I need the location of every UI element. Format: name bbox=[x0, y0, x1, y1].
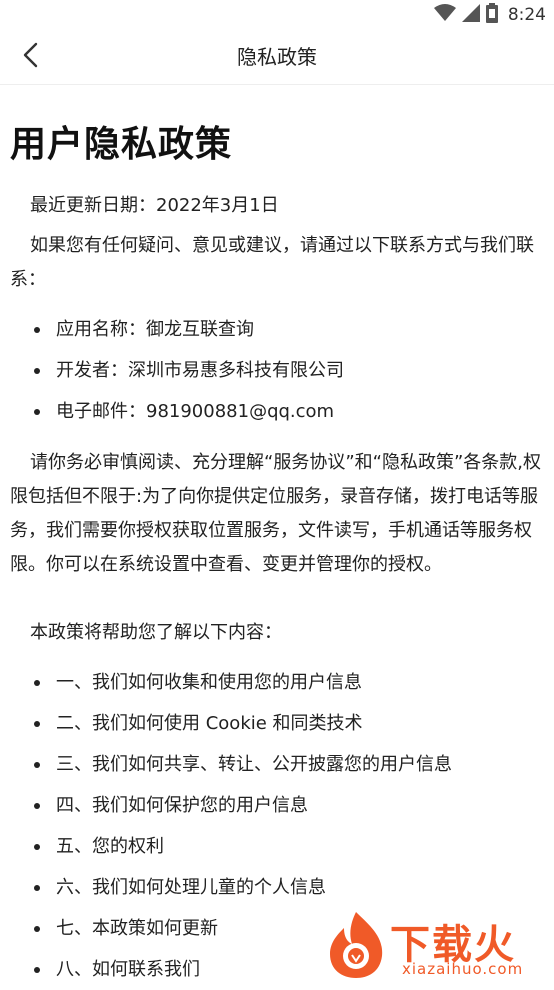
list-item: 三、我们如何共享、转让、公开披露您的用户信息 bbox=[10, 744, 544, 785]
app-bar: 隐私政策 bbox=[0, 30, 554, 85]
list-item: 电子邮件：981900881@qq.com bbox=[10, 391, 544, 432]
page-title: 隐私政策 bbox=[237, 45, 317, 69]
document-body: 用户隐私政策 最近更新日期：2022年3月1日 如果您有任何疑问、意见或建议，请… bbox=[10, 85, 544, 990]
chevron-left-icon bbox=[21, 42, 41, 72]
watermark-url: xiazaihuo.com bbox=[402, 960, 524, 978]
list-item: 开发者：深圳市易惠多科技有限公司 bbox=[10, 350, 544, 391]
list-item: 五、您的权利 bbox=[10, 826, 544, 867]
status-time: 8:24 bbox=[507, 5, 546, 25]
list-item: 应用名称：御龙互联查询 bbox=[10, 309, 544, 350]
status-icons: 8:24 bbox=[433, 3, 546, 27]
watermark: 下载火 xiazaihuo.com bbox=[324, 908, 554, 984]
battery-icon bbox=[485, 3, 498, 27]
document-title: 用户隐私政策 bbox=[10, 124, 233, 165]
update-date: 最近更新日期：2022年3月1日 bbox=[30, 195, 279, 216]
signal-icon bbox=[461, 4, 480, 26]
list-item: 二、我们如何使用 Cookie 和同类技术 bbox=[10, 703, 544, 744]
list-item: 六、我们如何处理儿童的个人信息 bbox=[10, 867, 544, 908]
consent-paragraph: 请你务必审慎阅读、充分理解“服务协议”和“隐私政策”各条款,权限包括但不限于:为… bbox=[10, 452, 542, 575]
list-item: 一、我们如何收集和使用您的用户信息 bbox=[10, 662, 544, 703]
back-button[interactable] bbox=[14, 40, 48, 74]
contact-intro: 如果您有任何疑问、意见或建议，请通过以下联系方式与我们联系： bbox=[10, 235, 534, 290]
status-bar: 8:24 bbox=[0, 0, 554, 30]
contact-list: 应用名称：御龙互联查询 开发者：深圳市易惠多科技有限公司 电子邮件：981900… bbox=[10, 309, 544, 432]
summary-intro: 本政策将帮助您了解以下内容： bbox=[30, 622, 282, 643]
wifi-icon bbox=[433, 4, 456, 26]
list-item: 四、我们如何保护您的用户信息 bbox=[10, 785, 544, 826]
